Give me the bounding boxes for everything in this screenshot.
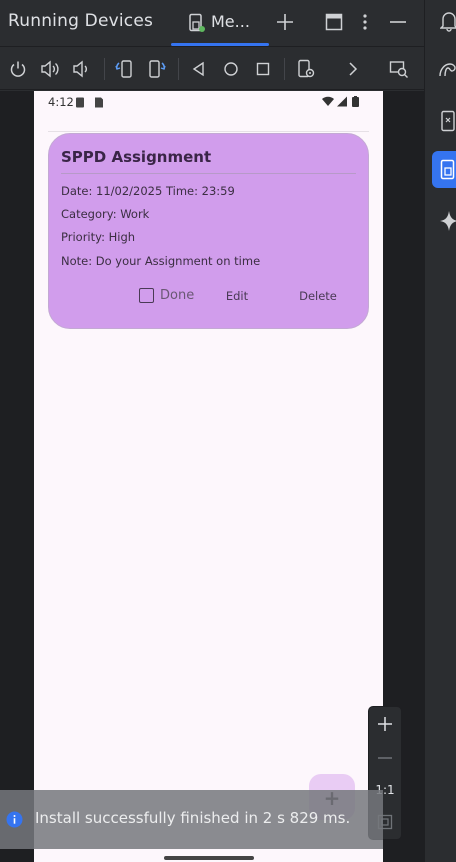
signal-icon [337,96,347,107]
toolbar-separator [104,58,105,80]
minimize-icon[interactable] [389,13,407,31]
running-devices-icon [440,159,456,181]
device-toolbar [0,46,424,90]
wifi-icon [322,96,334,107]
notifications-icon[interactable] [440,10,456,32]
rotate-left-icon[interactable] [114,59,134,79]
add-tab-icon[interactable] [276,13,294,31]
gemini-sparkle-icon[interactable] [440,210,456,232]
zoom-out-icon[interactable] [377,750,393,766]
tab-label: Me... [211,12,250,31]
toolbar-separator [178,58,179,80]
more-options-icon[interactable] [360,13,370,31]
status-app-icons [76,97,106,108]
gesture-home-bar[interactable] [164,856,254,860]
window-layout-icon[interactable] [325,13,343,31]
gradle-icon[interactable] [439,61,456,79]
volume-up-icon[interactable] [40,60,60,78]
screen-mirror-icon[interactable] [389,59,409,79]
notification-message: Install successfully finished in 2 s 829… [35,809,351,827]
info-icon [6,811,23,828]
status-bar-time: 4:12 [48,95,74,109]
edit-button[interactable]: Edit [218,286,256,306]
device-manager-icon[interactable] [440,110,456,132]
panel-title: Running Devices [8,11,154,31]
task-priority: Priority: High [61,230,136,244]
back-icon[interactable] [191,61,207,77]
done-label: Done [160,288,195,303]
task-title: SPPD Assignment [61,148,212,166]
device-settings-icon[interactable] [296,59,316,79]
battery-icon [352,96,359,107]
power-icon[interactable] [9,60,27,78]
delete-button[interactable]: Delete [292,286,344,306]
toolbar-separator [284,58,285,80]
overview-icon[interactable] [256,62,270,76]
task-category: Category: Work [61,207,150,221]
task-note: Note: Do your Assignment on time [61,254,261,268]
app-bar-divider [48,131,369,132]
task-title-divider [61,173,356,174]
device-tab-icon [188,13,206,33]
task-date-time: Date: 11/02/2025 Time: 23:59 [61,184,235,198]
zoom-in-icon[interactable] [377,716,393,732]
done-checkbox[interactable] [139,288,154,303]
home-icon[interactable] [223,61,239,77]
rotate-right-icon[interactable] [147,59,167,79]
volume-down-icon[interactable] [72,60,90,78]
chevron-right-icon[interactable] [346,61,360,77]
